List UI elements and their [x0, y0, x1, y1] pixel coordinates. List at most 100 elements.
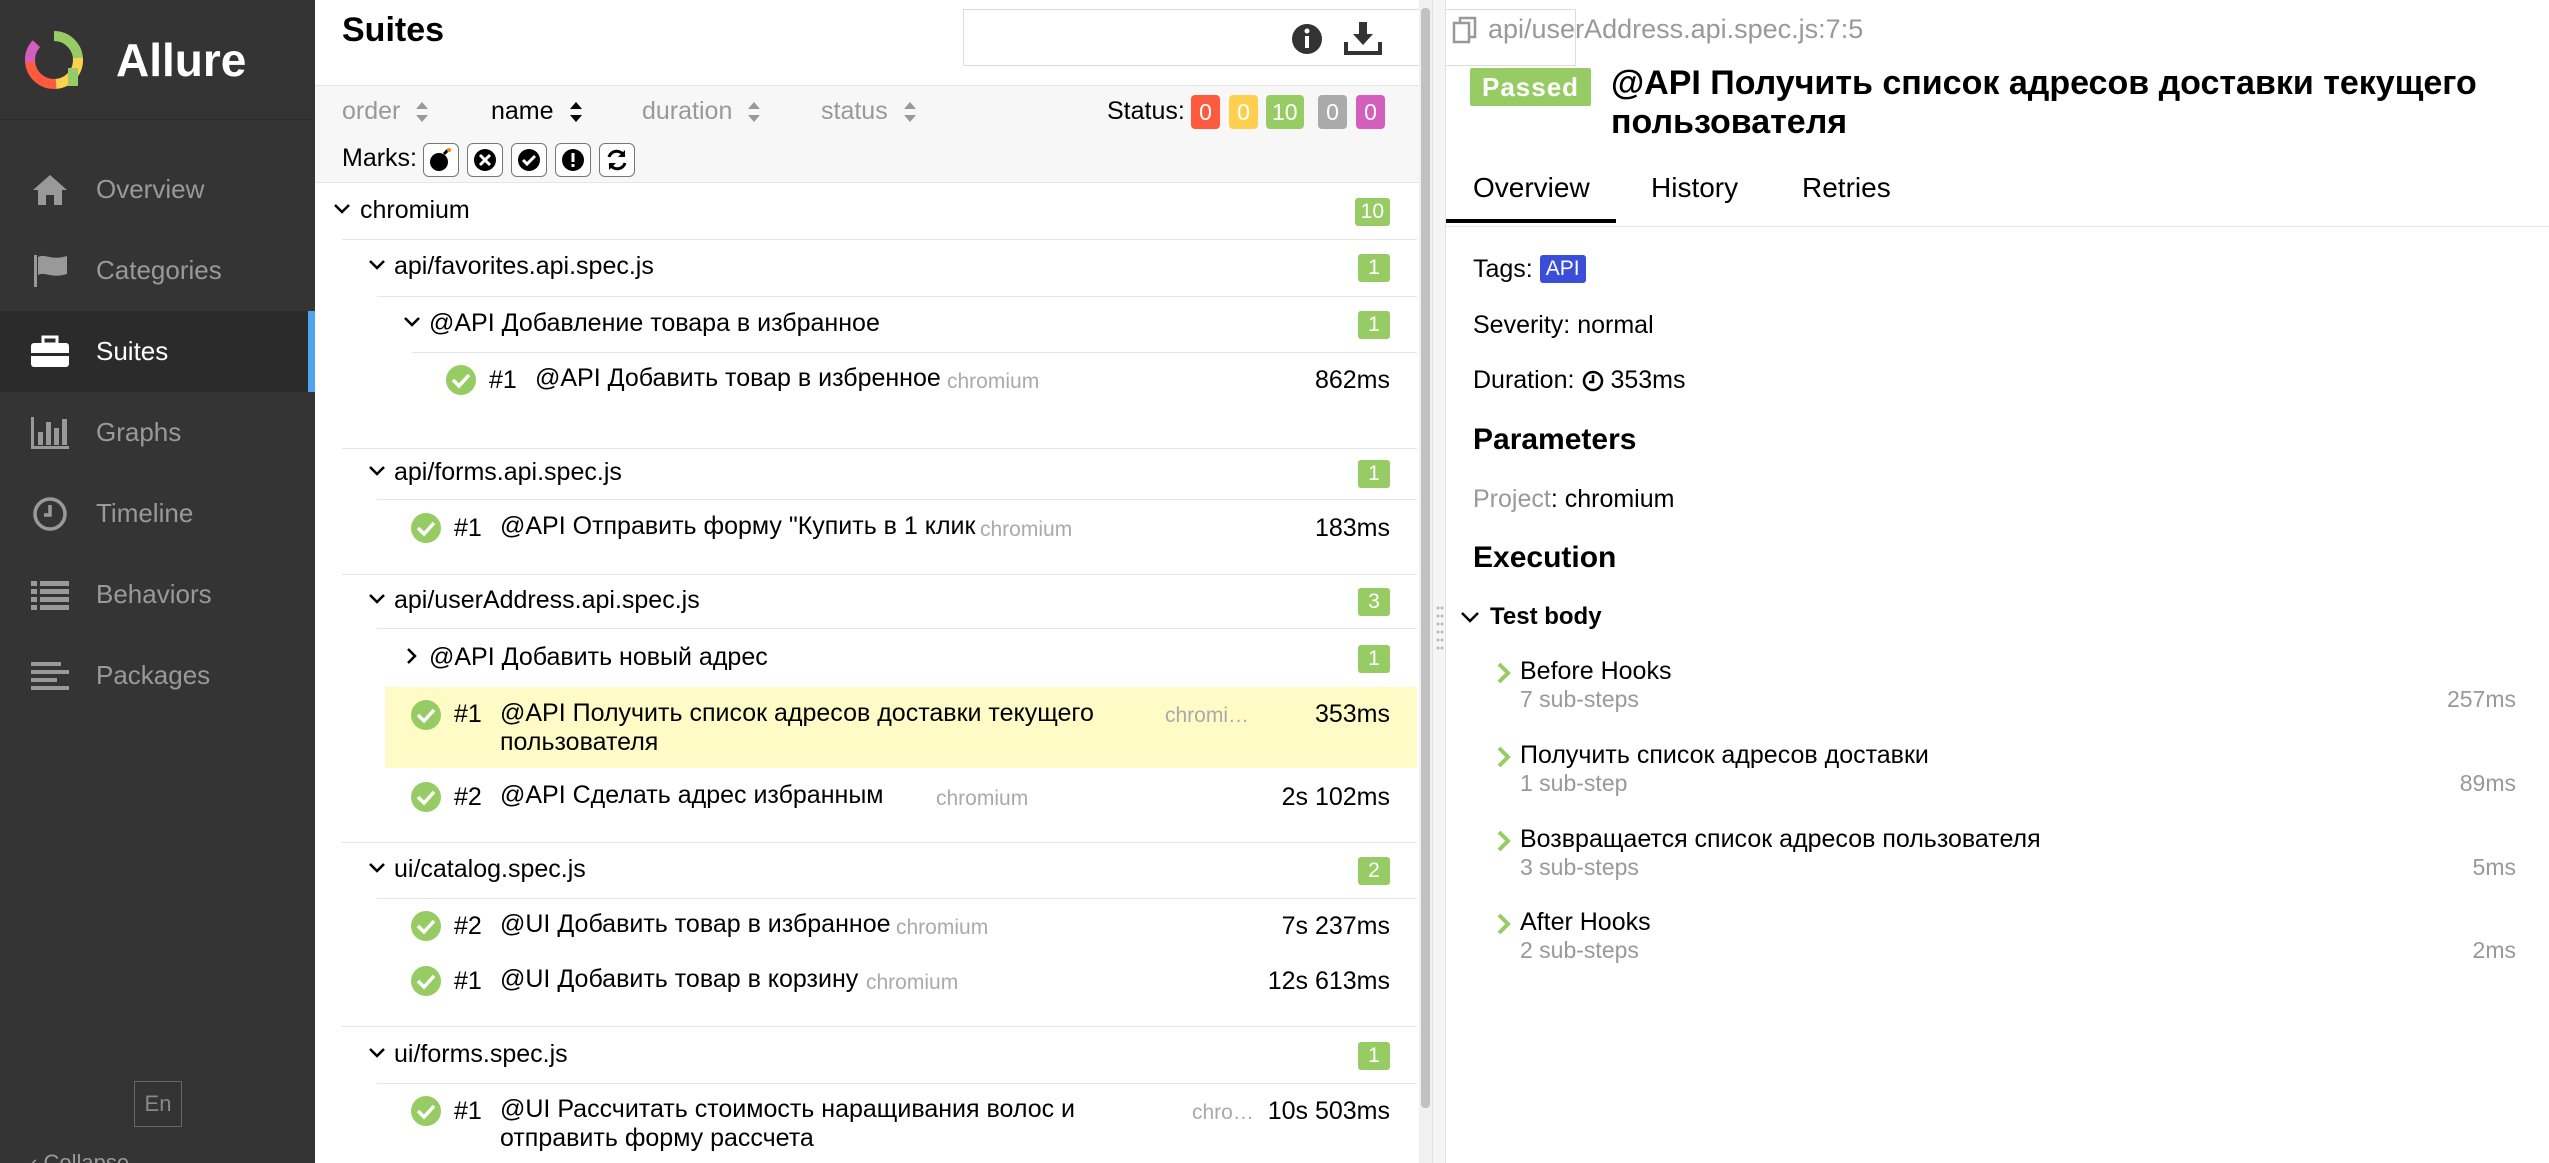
tree-group-userAddress-sub[interactable]: @API Добавить новый адрес 1 [315, 637, 1417, 677]
divider [377, 1083, 1417, 1084]
step-name: Возвращается список адресов пользователя [1520, 825, 2041, 853]
list-icon [30, 575, 70, 615]
home-icon [30, 170, 70, 210]
nav-categories[interactable]: Categories [0, 230, 315, 311]
execution-title: Execution [1473, 541, 1617, 574]
test-name: @API Отправить форму "Купить в 1 клик [500, 512, 976, 540]
chevron-right-icon [407, 648, 417, 664]
brand-name: Allure [116, 33, 247, 86]
bar-chart-icon [30, 413, 70, 453]
group-label: ui/forms.spec.js [394, 1040, 568, 1068]
test-duration: 353ms [1314, 700, 1390, 728]
test-row[interactable]: #2 @API Сделать адрес избранным chromium… [315, 775, 1417, 819]
brand[interactable]: Allure [0, 0, 315, 120]
chevron-right-icon [1497, 913, 1511, 935]
language-selector[interactable]: En [134, 1081, 182, 1127]
sort-order[interactable]: order [342, 97, 430, 126]
nav-overview[interactable]: Overview [0, 149, 315, 230]
step-duration: 257ms [2446, 686, 2516, 712]
nav-label: Overview [96, 174, 205, 204]
test-body-toggle[interactable]: Test body [1460, 603, 1602, 631]
parameter-value: chromium [1564, 485, 1675, 513]
tree-group-forms[interactable]: api/forms.api.spec.js 1 [315, 452, 1417, 492]
mark-new-failed-toggle[interactable] [467, 143, 503, 177]
step-substeps: 1 sub-step [1520, 770, 1628, 796]
sort-duration[interactable]: duration [642, 97, 762, 126]
pane-title: Suites [342, 11, 445, 49]
tree-scrollbar[interactable] [1419, 0, 1432, 1163]
status-failed-toggle[interactable]: 0 [1191, 95, 1220, 129]
pane-splitter[interactable] [1432, 0, 1446, 1163]
tree-group-chromium[interactable]: chromium 10 [315, 190, 1417, 230]
test-number: #2 [454, 912, 482, 940]
group-label: api/favorites.api.spec.js [394, 252, 654, 280]
test-name: @UI Рассчитать стоимость наращивания вол… [500, 1095, 1076, 1152]
step-substeps: 2 sub-steps [1520, 937, 1639, 963]
marks-label: Marks: [342, 144, 417, 172]
collapse-button[interactable]: ‹ Collapse [30, 1150, 150, 1163]
sort-status[interactable]: status [821, 97, 918, 126]
step-row[interactable]: After Hooks 2 sub-steps 2ms [1496, 908, 2516, 968]
divider [342, 239, 1417, 240]
count-badge: 1 [1358, 311, 1390, 339]
divider [342, 448, 1417, 449]
step-row[interactable]: Возвращается список адресов пользователя… [1496, 825, 2516, 885]
chevron-down-icon [404, 317, 420, 327]
info-icon[interactable] [1290, 22, 1324, 56]
step-row[interactable]: Получить список адресов доставки 1 sub-s… [1496, 741, 2516, 801]
test-row[interactable]: #1 @UI Рассчитать стоимость наращивания … [315, 1089, 1417, 1163]
test-duration: 10s 503ms [1267, 1097, 1390, 1125]
mark-new-broken-toggle[interactable] [555, 143, 591, 177]
copy-icon[interactable] [1452, 16, 1478, 44]
mark-retries-toggle[interactable] [599, 143, 635, 177]
test-name: @API Получить список адресов доставки те… [500, 699, 1094, 756]
sort-name[interactable]: name [491, 97, 584, 126]
chevron-down-icon [369, 863, 385, 873]
severity-label: Severity: [1473, 311, 1571, 339]
step-row[interactable]: Before Hooks 7 sub-steps 257ms [1496, 657, 2516, 717]
status-broken-toggle[interactable]: 0 [1229, 95, 1258, 129]
nav-timeline[interactable]: Timeline [0, 473, 315, 554]
tree-group-favorites[interactable]: api/favorites.api.spec.js 1 [315, 246, 1417, 286]
chevron-down-icon [369, 466, 385, 476]
status-passed-toggle[interactable]: 10 [1266, 95, 1304, 129]
status-unknown-toggle[interactable]: 0 [1356, 95, 1385, 129]
test-name: @UI Добавить товар в избранное [500, 910, 891, 938]
tab-retries[interactable]: Retries [1802, 172, 1891, 204]
tree-group-favorites-sub[interactable]: @API Добавление товара в избранное 1 [315, 303, 1417, 343]
sort-icon [903, 101, 916, 122]
nav-behaviors[interactable]: Behaviors [0, 554, 315, 635]
test-row[interactable]: #1 @API Отправить форму "Купить в 1 клик… [315, 506, 1417, 550]
mark-new-passed-toggle[interactable] [511, 143, 547, 177]
test-row-selected[interactable]: #1 @API Получить список адресов доставки… [385, 687, 1417, 768]
tags-line: Tags: API [1473, 255, 1586, 284]
tab-history[interactable]: History [1651, 172, 1738, 204]
test-row[interactable]: #1 @UI Добавить товар в корзину chromium… [315, 959, 1417, 1003]
nav-label: Timeline [96, 498, 194, 528]
test-name: @UI Добавить товар в корзину [500, 965, 859, 993]
tree-group-ui-forms[interactable]: ui/forms.spec.js 1 [315, 1034, 1417, 1074]
test-project: chromium [866, 971, 959, 994]
test-row[interactable]: #2 @UI Добавить товар в избранное chromi… [315, 904, 1417, 948]
times-circle-icon [474, 149, 496, 171]
sort-icon [569, 101, 582, 122]
tab-overview[interactable]: Overview [1473, 172, 1590, 204]
status-skipped-toggle[interactable]: 0 [1318, 95, 1347, 129]
test-project: chromium [936, 787, 1029, 810]
passed-icon [411, 1096, 441, 1126]
step-duration: 2ms [2472, 937, 2516, 963]
mark-flaky-toggle[interactable] [423, 143, 459, 177]
passed-icon [411, 966, 441, 996]
tree-group-userAddress[interactable]: api/userAddress.api.spec.js 3 [315, 580, 1417, 620]
tree-group-catalog[interactable]: ui/catalog.spec.js 2 [315, 849, 1417, 889]
nav-suites[interactable]: Suites [0, 311, 315, 392]
nav-packages[interactable]: Packages [0, 635, 315, 716]
nav-graphs[interactable]: Graphs [0, 392, 315, 473]
scrollbar-thumb[interactable] [1421, 8, 1430, 1108]
download-icon[interactable] [1344, 20, 1382, 56]
collapse-label: Collapse [43, 1150, 130, 1163]
test-row[interactable]: #1 @API Добавить товар в избренное chrom… [315, 358, 1417, 402]
chevron-down-icon [369, 260, 385, 270]
flag-icon [30, 251, 70, 291]
chevron-down-icon [369, 594, 385, 604]
